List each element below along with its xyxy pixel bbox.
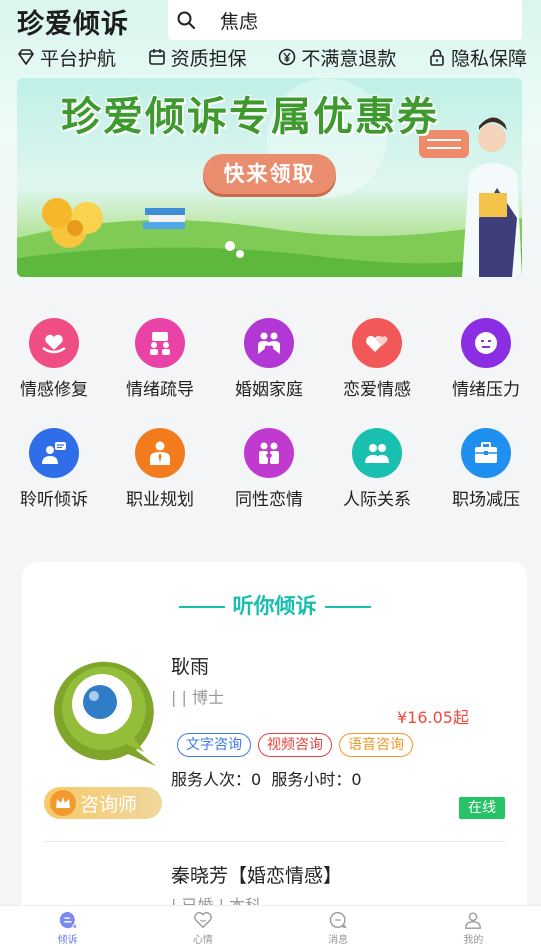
group-icon [352,428,402,478]
badge-label: 隐私保障 [450,47,527,70]
counselor-name[interactable]: 秦晓芳【婚恋情感】 [171,861,342,888]
bottom-tab-bar: 倾诉 心情 消息 我的 [0,905,541,946]
tab-messages[interactable]: 消息 [271,906,406,946]
category-label: 职业规划 [126,490,194,510]
tab-mood[interactable]: 心情 [135,906,270,946]
counselor-degree: | | 博士 [171,688,224,707]
category-marriage-family[interactable]: 婚姻家庭 [215,318,323,400]
role-tag: 咨询师 [44,787,162,819]
category-label: 职场减压 [452,490,520,510]
counselor-name[interactable]: 耿雨 [171,652,209,679]
category-relationships[interactable]: 人际关系 [323,428,431,510]
title-line-right [324,606,371,608]
sad-face-icon [461,318,511,368]
coupon-banner[interactable]: 珍爱倾诉专属优惠券 快来领取 [17,78,522,277]
banner-title: 珍爱倾诉专属优惠券 [61,94,439,140]
person-chat-icon [29,428,79,478]
counselor-price: ¥16.05起 [397,708,469,727]
message-icon [330,912,347,929]
hearts-icon [352,318,402,368]
category-label: 人际关系 [343,490,411,510]
section-title-text: 听你倾诉 [232,594,317,618]
category-label: 恋爱情感 [343,380,411,400]
claim-coupon-button[interactable]: 快来领取 [203,154,336,194]
tag-video-consult[interactable]: 视频咨询 [258,733,332,757]
status-badge: 在线 [459,797,505,819]
category-workplace-stress[interactable]: 职场减压 [432,428,540,510]
diamond-icon [18,49,34,65]
lock-icon [430,49,444,66]
badge-privacy: 隐私保障 [428,44,527,71]
briefcase-icon [461,428,511,478]
title-line-left [178,606,225,608]
crown-icon [50,790,76,816]
badge-refund: 不满意退款 [278,44,396,71]
guarantee-badges: 平台护航 资质担保 不满意退款 隐私保障 [17,44,527,70]
badge-label: 平台护航 [40,47,117,70]
user-icon [465,912,482,929]
tab-label: 消息 [328,935,349,946]
search-icon [177,11,195,29]
category-emotion-guidance[interactable]: 情绪疏导 [106,318,214,400]
badge-label: 资质担保 [170,47,247,70]
category-career[interactable]: 职业规划 [106,428,214,510]
tag-voice-consult[interactable]: 语音咨询 [339,733,413,757]
service-tags: 文字咨询 视频咨询 语音咨询 [177,733,413,757]
people-chat-icon [135,318,185,368]
app-title: 珍爱倾诉 [17,9,129,40]
businessman-icon [135,428,185,478]
category-label: 婚姻家庭 [235,380,303,400]
badge-label: 不满意退款 [301,47,397,70]
divider [44,841,505,842]
calendar-icon [148,49,165,65]
heart-hand-icon [29,318,79,368]
category-label: 情绪压力 [452,380,520,400]
search-input[interactable] [220,9,500,31]
couple-icon [244,428,294,478]
category-listen[interactable]: 聆听倾诉 [0,428,108,510]
counselor-stats: 服务人次：0 服务小时：0 [171,770,362,789]
header: 珍爱倾诉 平台护航 资质担保 不满意退款 隐私保障 [0,0,541,300]
tab-label: 我的 [463,935,484,946]
tab-profile[interactable]: 我的 [406,906,541,946]
category-label: 聆听倾诉 [20,490,88,510]
yen-coin-icon [279,48,296,66]
tab-confide[interactable]: 倾诉 [0,906,135,946]
tab-label: 心情 [192,935,213,946]
category-emotional-repair[interactable]: 情感修复 [0,318,108,400]
category-same-sex[interactable]: 同性恋情 [215,428,323,510]
heart-icon [194,912,212,929]
tab-label: 倾诉 [57,935,78,946]
family-icon [244,318,294,368]
tag-text-consult[interactable]: 文字咨询 [177,733,251,757]
role-label: 咨询师 [80,793,138,816]
chat-bubble-icon [59,911,76,929]
badge-qualification: 资质担保 [148,44,247,71]
search-bar[interactable] [168,0,522,40]
avatar[interactable] [44,652,162,770]
category-label: 情感修复 [20,380,88,400]
category-love[interactable]: 恋爱情感 [323,318,431,400]
counselor-section: 听你倾诉 咨询师 耿雨 | | 博士 ¥16.05起 文字咨询 视频咨询 语音咨… [22,562,527,946]
badge-platform: 平台护航 [17,44,116,71]
category-label: 同性恋情 [235,490,303,510]
section-title: 听你倾诉 [22,590,527,620]
category-label: 情绪疏导 [126,380,194,400]
category-stress[interactable]: 情绪压力 [432,318,540,400]
